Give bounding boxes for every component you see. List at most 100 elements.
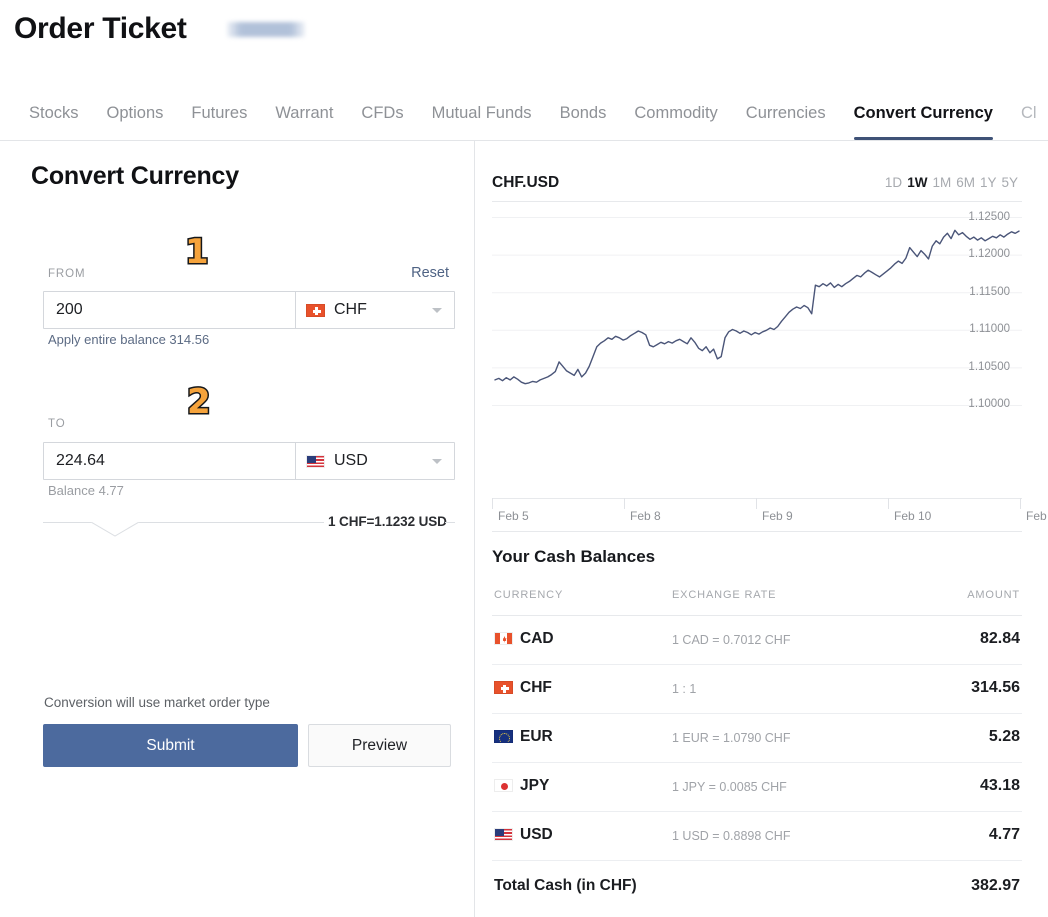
currency-pair-label: CHF.USD (492, 174, 560, 191)
exchange-rate-text: 1 CHF=1.1232 USD (328, 514, 447, 529)
tab-bonds[interactable]: Bonds (546, 95, 621, 140)
tab-convert-currency[interactable]: Convert Currency (840, 95, 1007, 140)
tab-cl[interactable]: Cl (1007, 95, 1048, 140)
market-info-pane: CHF.USD 1D 1W 1M 6M 1Y 5Y 1.12500 1.12000 1.115… (474, 141, 1048, 917)
balance-currency-code: USD (520, 826, 553, 843)
apply-entire-balance-link[interactable]: Apply entire balance 314.56 (48, 332, 209, 347)
balance-currency-code: EUR (520, 728, 553, 745)
tab-commodity[interactable]: Commodity (620, 95, 731, 140)
x-axis-label: Feb 5 (498, 509, 529, 523)
balance-currency-code: CHF (520, 679, 552, 696)
from-currency-select[interactable]: CHF (296, 292, 454, 328)
tab-currencies[interactable]: Currencies (732, 95, 840, 140)
balance-amount: 314.56 (971, 679, 1020, 696)
page-title: Order Ticket (14, 12, 187, 45)
to-currency-code: USD (334, 452, 368, 469)
annotation-step-1: 1 (184, 232, 211, 272)
flag-european-union-icon (494, 730, 513, 743)
submit-button[interactable]: Submit (43, 724, 298, 767)
table-row[interactable]: CHF 1 : 1 314.56 (492, 665, 1022, 714)
timeframe-selector[interactable]: 1D 1W 1M 6M 1Y 5Y (880, 175, 1018, 190)
flag-switzerland-icon (494, 681, 513, 694)
timeframe-5y[interactable]: 5Y (1001, 175, 1018, 190)
timeframe-1d[interactable]: 1D (885, 175, 902, 190)
total-cash-label: Total Cash (in CHF) (494, 877, 637, 894)
column-header-amount: AMOUNT (967, 589, 1020, 601)
y-axis-label: 1.11500 (969, 285, 1010, 298)
tab-futures[interactable]: Futures (177, 95, 261, 140)
table-row[interactable]: CAD 1 CAD = 0.7012 CHF 82.84 (492, 616, 1022, 665)
balance-exchange-rate: 1 EUR = 1.0790 CHF (672, 731, 791, 745)
balance-exchange-rate: 1 USD = 0.8898 CHF (672, 829, 791, 843)
x-axis-label: Feb 11 (1026, 509, 1048, 523)
balance-amount: 82.84 (979, 630, 1020, 647)
total-cash-amount: 382.97 (971, 877, 1020, 894)
x-axis-label: Feb 8 (630, 509, 661, 523)
column-header-currency: CURRENCY (494, 589, 564, 601)
x-axis-tick (888, 498, 889, 509)
form-heading: Convert Currency (31, 162, 239, 190)
balance-amount: 5.28 (988, 728, 1020, 745)
flag-united-states-icon (306, 454, 325, 468)
y-axis-label: 1.10000 (968, 398, 1010, 411)
price-chart (492, 204, 1022, 419)
table-row[interactable]: USD 1 USD = 0.8898 CHF 4.77 (492, 812, 1022, 861)
table-row[interactable]: JPY 1 JPY = 0.0085 CHF 43.18 (492, 763, 1022, 812)
balance-amount: 4.77 (988, 826, 1020, 843)
product-tabbar[interactable]: Stocks Options Futures Warrant CFDs Mutual Fu… (0, 95, 1048, 141)
to-amount-input[interactable] (44, 443, 295, 479)
timeframe-1w[interactable]: 1W (907, 175, 927, 190)
y-axis-label: 1.11000 (969, 323, 1010, 336)
total-cash-row: Total Cash (in CHF) 382.97 (492, 861, 1022, 911)
reset-button[interactable]: Reset (411, 265, 449, 281)
x-axis-tick (624, 498, 625, 509)
flag-united-states-icon (494, 828, 513, 841)
preview-button[interactable]: Preview (308, 724, 451, 767)
y-axis-label: 1.10500 (968, 360, 1010, 373)
to-currency-row: USD (43, 442, 455, 480)
tab-cfds[interactable]: CFDs (347, 95, 417, 140)
annotation-step-2: 2 (186, 382, 213, 422)
order-ticket-page: Order Ticket Stocks Options Futures Warrant… (0, 0, 1048, 917)
timeframe-1m[interactable]: 1M (932, 175, 951, 190)
tab-stocks[interactable]: Stocks (0, 95, 93, 140)
divider (492, 531, 1022, 532)
timeframe-1y[interactable]: 1Y (980, 175, 997, 190)
to-balance-label: Balance 4.77 (48, 483, 124, 498)
chart-x-ticks: Feb 5 Feb 8 Feb 9 Feb 10 Feb 11 (492, 498, 1048, 523)
x-axis-tick (1020, 498, 1021, 509)
x-axis-tick (492, 498, 493, 509)
balance-exchange-rate: 1 : 1 (672, 682, 697, 696)
divider-line-left (43, 522, 91, 523)
cash-balances-table: CURRENCY EXCHANGE RATE AMOUNT CAD 1 CAD =… (492, 589, 1022, 911)
tab-options[interactable]: Options (93, 95, 178, 140)
balance-exchange-rate: 1 JPY = 0.0085 CHF (672, 780, 787, 794)
convert-currency-form-pane: Convert Currency FROM Reset CHF Apply en… (0, 141, 474, 917)
chevron-down-icon (432, 308, 442, 313)
balance-exchange-rate: 1 CAD = 0.7012 CHF (672, 633, 791, 647)
from-label: FROM (48, 268, 86, 280)
flag-japan-icon (494, 779, 513, 792)
to-label: TO (48, 418, 66, 430)
from-amount-input[interactable] (44, 292, 295, 328)
order-type-note: Conversion will use market order type (44, 695, 270, 710)
table-header-row: CURRENCY EXCHANGE RATE AMOUNT (492, 589, 1022, 616)
conversion-divider: 1 CHF=1.1232 USD (43, 514, 455, 544)
table-row[interactable]: EUR 1 EUR = 1.0790 CHF 5.28 (492, 714, 1022, 763)
from-currency-code: CHF (334, 301, 367, 318)
flag-switzerland-icon (306, 303, 325, 317)
tab-mutual-funds[interactable]: Mutual Funds (418, 95, 546, 140)
app-header: Order Ticket (0, 0, 1048, 90)
cash-balances-heading: Your Cash Balances (492, 547, 656, 566)
column-header-exchange-rate: EXCHANGE RATE (672, 589, 777, 601)
y-axis-label: 1.12500 (968, 210, 1010, 223)
balance-currency-code: JPY (520, 777, 550, 794)
chevron-down-icon (432, 459, 442, 464)
to-currency-select[interactable]: USD (296, 443, 454, 479)
tab-warrant[interactable]: Warrant (261, 95, 347, 140)
divider-line-mid (139, 522, 324, 523)
x-axis-tick (756, 498, 757, 509)
balance-amount: 43.18 (979, 777, 1020, 794)
timeframe-6m[interactable]: 6M (956, 175, 975, 190)
balance-currency-code: CAD (520, 630, 554, 647)
